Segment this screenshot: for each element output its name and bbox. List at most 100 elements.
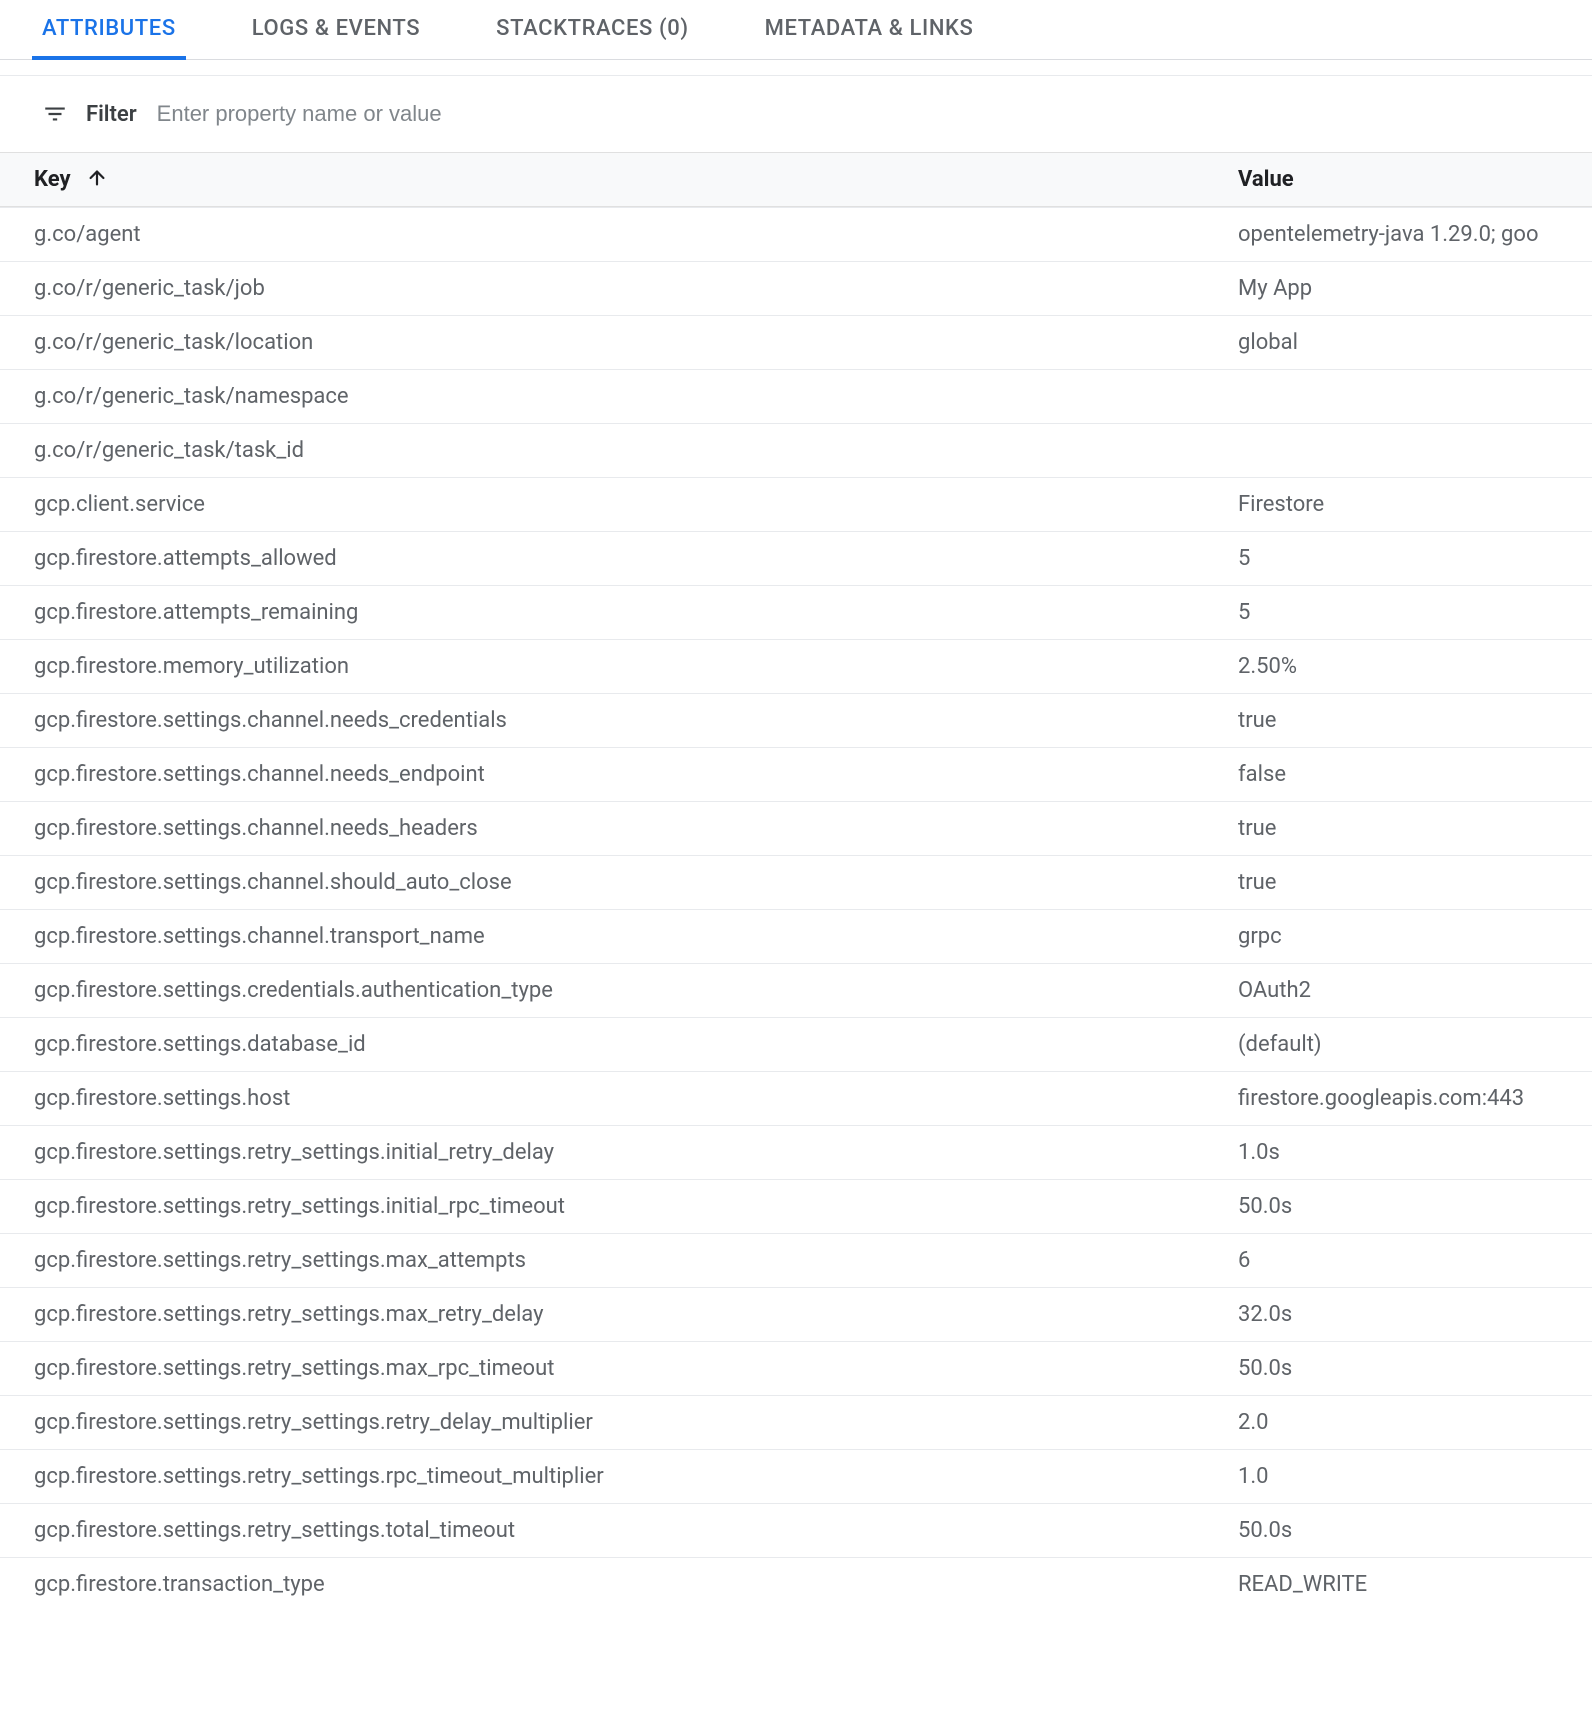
cell-value: OAuth2: [1238, 964, 1592, 1017]
cell-key: gcp.firestore.attempts_allowed: [0, 532, 1238, 585]
table-row[interactable]: g.co/r/generic_task/namespace: [0, 369, 1592, 423]
table-row[interactable]: gcp.firestore.settings.retry_settings.in…: [0, 1179, 1592, 1233]
cell-key: gcp.firestore.settings.channel.needs_hea…: [0, 802, 1238, 855]
table-header-row: Key Value: [0, 152, 1592, 207]
tab-attributes[interactable]: ATTRIBUTES: [32, 2, 186, 59]
cell-value: 1.0s: [1238, 1126, 1592, 1179]
tab-metadata-links[interactable]: METADATA & LINKS: [755, 2, 984, 59]
table-row[interactable]: gcp.firestore.settings.retry_settings.ma…: [0, 1233, 1592, 1287]
filter-bar: Filter: [0, 76, 1592, 152]
cell-value: true: [1238, 694, 1592, 747]
cell-value: READ_WRITE: [1238, 1558, 1592, 1611]
cell-key: gcp.firestore.settings.channel.needs_end…: [0, 748, 1238, 801]
cell-value: 2.0: [1238, 1396, 1592, 1449]
cell-key: gcp.firestore.attempts_remaining: [0, 586, 1238, 639]
cell-value: 32.0s: [1238, 1288, 1592, 1341]
cell-key: gcp.firestore.settings.retry_settings.re…: [0, 1396, 1238, 1449]
attributes-table: Key Value g.co/agentopentelemetry-java 1…: [0, 152, 1592, 1611]
cell-key: gcp.firestore.settings.retry_settings.in…: [0, 1126, 1238, 1179]
cell-key: gcp.firestore.settings.retry_settings.in…: [0, 1180, 1238, 1233]
cell-key: gcp.firestore.settings.host: [0, 1072, 1238, 1125]
table-row[interactable]: gcp.firestore.settings.retry_settings.re…: [0, 1395, 1592, 1449]
table-body: g.co/agentopentelemetry-java 1.29.0; goo…: [0, 207, 1592, 1611]
table-row[interactable]: gcp.firestore.settings.retry_settings.in…: [0, 1125, 1592, 1179]
cell-value: (default): [1238, 1018, 1592, 1071]
table-row[interactable]: gcp.firestore.settings.retry_settings.ma…: [0, 1287, 1592, 1341]
cell-value: Firestore: [1238, 478, 1592, 531]
table-row[interactable]: gcp.firestore.attempts_remaining5: [0, 585, 1592, 639]
cell-value: grpc: [1238, 910, 1592, 963]
table-row[interactable]: gcp.firestore.settings.retry_settings.ma…: [0, 1341, 1592, 1395]
cell-key: g.co/agent: [0, 208, 1238, 261]
cell-value: 6: [1238, 1234, 1592, 1287]
cell-value: opentelemetry-java 1.29.0; goo: [1238, 208, 1592, 261]
filter-input[interactable]: [155, 100, 1560, 128]
cell-value: 50.0s: [1238, 1180, 1592, 1233]
table-row[interactable]: gcp.firestore.settings.hostfirestore.goo…: [0, 1071, 1592, 1125]
table-row[interactable]: gcp.firestore.settings.credentials.authe…: [0, 963, 1592, 1017]
column-header-key-label: Key: [34, 167, 71, 192]
table-row[interactable]: gcp.firestore.settings.channel.needs_hea…: [0, 801, 1592, 855]
cell-key: gcp.firestore.settings.retry_settings.ma…: [0, 1234, 1238, 1287]
cell-key: gcp.firestore.settings.retry_settings.ma…: [0, 1288, 1238, 1341]
table-row[interactable]: gcp.firestore.settings.channel.transport…: [0, 909, 1592, 963]
cell-value: 1.0: [1238, 1450, 1592, 1503]
cell-value: false: [1238, 748, 1592, 801]
table-row[interactable]: gcp.firestore.settings.channel.needs_cre…: [0, 693, 1592, 747]
tab-stacktraces[interactable]: STACKTRACES (0): [486, 2, 698, 59]
column-header-value[interactable]: Value: [1238, 153, 1592, 206]
cell-value: 50.0s: [1238, 1342, 1592, 1395]
cell-value: 2.50%: [1238, 640, 1592, 693]
tabs-bar: ATTRIBUTES LOGS & EVENTS STACKTRACES (0) ME…: [0, 0, 1592, 60]
tab-label: STACKTRACES (0): [496, 16, 688, 41]
table-row[interactable]: gcp.firestore.memory_utilization2.50%: [0, 639, 1592, 693]
table-row[interactable]: gcp.client.serviceFirestore: [0, 477, 1592, 531]
cell-key: gcp.client.service: [0, 478, 1238, 531]
cell-key: gcp.firestore.memory_utilization: [0, 640, 1238, 693]
table-row[interactable]: gcp.firestore.settings.retry_settings.to…: [0, 1503, 1592, 1557]
table-row[interactable]: g.co/agentopentelemetry-java 1.29.0; goo: [0, 207, 1592, 261]
table-row[interactable]: g.co/r/generic_task/task_id: [0, 423, 1592, 477]
cell-key: gcp.firestore.settings.database_id: [0, 1018, 1238, 1071]
column-header-value-label: Value: [1238, 167, 1294, 192]
table-row[interactable]: g.co/r/generic_task/jobMy App: [0, 261, 1592, 315]
table-row[interactable]: gcp.firestore.settings.database_id(defau…: [0, 1017, 1592, 1071]
tab-label: METADATA & LINKS: [765, 16, 974, 41]
filter-label: Filter: [86, 102, 137, 127]
cell-key: g.co/r/generic_task/namespace: [0, 370, 1238, 423]
spacer-strip: [0, 60, 1592, 76]
table-row[interactable]: gcp.firestore.settings.channel.needs_end…: [0, 747, 1592, 801]
cell-value: 5: [1238, 532, 1592, 585]
cell-value: 5: [1238, 586, 1592, 639]
tab-label: LOGS & EVENTS: [252, 16, 420, 41]
sort-asc-icon: [86, 167, 108, 189]
cell-value: My App: [1238, 262, 1592, 315]
table-row[interactable]: gcp.firestore.attempts_allowed5: [0, 531, 1592, 585]
cell-key: gcp.firestore.settings.retry_settings.rp…: [0, 1450, 1238, 1503]
cell-key: g.co/r/generic_task/location: [0, 316, 1238, 369]
cell-key: g.co/r/generic_task/task_id: [0, 424, 1238, 477]
filter-icon: [42, 101, 68, 127]
cell-key: gcp.firestore.settings.channel.should_au…: [0, 856, 1238, 909]
table-row[interactable]: gcp.firestore.settings.retry_settings.rp…: [0, 1449, 1592, 1503]
cell-value: [1238, 370, 1592, 423]
cell-key: gcp.firestore.settings.retry_settings.to…: [0, 1504, 1238, 1557]
table-row[interactable]: gcp.firestore.settings.channel.should_au…: [0, 855, 1592, 909]
tab-label: ATTRIBUTES: [42, 16, 176, 41]
column-header-key[interactable]: Key: [0, 153, 1238, 206]
cell-value: global: [1238, 316, 1592, 369]
cell-value: [1238, 424, 1592, 477]
tab-logs-events[interactable]: LOGS & EVENTS: [242, 2, 430, 59]
table-row[interactable]: gcp.firestore.transaction_typeREAD_WRITE: [0, 1557, 1592, 1611]
cell-key: gcp.firestore.settings.credentials.authe…: [0, 964, 1238, 1017]
cell-value: firestore.googleapis.com:443: [1238, 1072, 1592, 1125]
cell-key: gcp.firestore.transaction_type: [0, 1558, 1238, 1611]
cell-key: gcp.firestore.settings.channel.needs_cre…: [0, 694, 1238, 747]
cell-key: gcp.firestore.settings.retry_settings.ma…: [0, 1342, 1238, 1395]
cell-value: true: [1238, 856, 1592, 909]
cell-value: true: [1238, 802, 1592, 855]
table-row[interactable]: g.co/r/generic_task/locationglobal: [0, 315, 1592, 369]
cell-value: 50.0s: [1238, 1504, 1592, 1557]
cell-key: g.co/r/generic_task/job: [0, 262, 1238, 315]
cell-key: gcp.firestore.settings.channel.transport…: [0, 910, 1238, 963]
